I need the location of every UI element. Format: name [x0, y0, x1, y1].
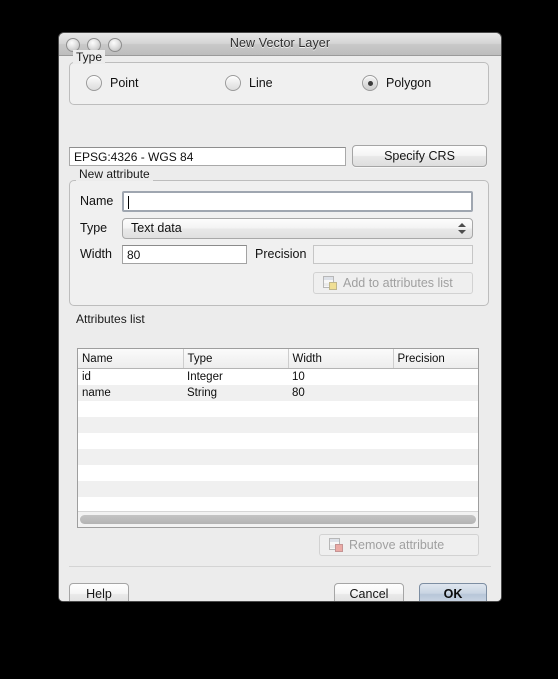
table-cell-name: name: [82, 387, 111, 399]
width-input[interactable]: 80: [122, 245, 247, 264]
table-row[interactable]: [78, 465, 478, 481]
table-cell-precision: [393, 401, 478, 417]
add-attribute-icon: [323, 276, 337, 290]
table-header-row: Name Type Width Precision: [78, 349, 478, 369]
table-row[interactable]: [78, 417, 478, 433]
table-cell-type: [183, 417, 288, 433]
table-row[interactable]: [78, 401, 478, 417]
table-cell-type: [183, 449, 288, 465]
help-button[interactable]: Help: [69, 583, 129, 601]
table-row[interactable]: [78, 481, 478, 497]
ok-button[interactable]: OK: [419, 583, 487, 601]
window-title: New Vector Layer: [229, 36, 331, 50]
table-cell-name: [78, 417, 183, 433]
table-cell-precision: [393, 417, 478, 433]
radio-line-label: Line: [249, 76, 273, 90]
table-cell-width: [288, 433, 393, 449]
table-cell-width: [288, 417, 393, 433]
table-row[interactable]: [78, 449, 478, 465]
radio-line[interactable]: Line: [225, 75, 273, 91]
table-cell-name: [78, 449, 183, 465]
add-to-attributes-list-label: Add to attributes list: [343, 276, 453, 290]
horizontal-scrollbar[interactable]: [78, 511, 478, 527]
table-cell-type: [183, 433, 288, 449]
new-attribute-group-box: Name Type Text data Width 80 Precision A…: [69, 180, 489, 306]
precision-label: Precision: [255, 247, 307, 261]
specify-crs-button[interactable]: Specify CRS: [352, 145, 487, 167]
table-row[interactable]: [78, 433, 478, 449]
column-header-width[interactable]: Width: [288, 349, 394, 369]
footer-divider: [69, 566, 491, 567]
table-cell-precision: [393, 385, 478, 401]
width-label: Width: [80, 247, 112, 261]
name-label: Name: [80, 194, 114, 208]
column-header-type[interactable]: Type: [183, 349, 289, 369]
add-to-attributes-list-button[interactable]: Add to attributes list: [313, 272, 473, 294]
table-cell-type: Integer: [187, 371, 223, 383]
type-combobox-value: Text data: [131, 221, 182, 235]
new-attribute-group-label: New attribute: [76, 167, 153, 181]
table-cell-precision: [393, 433, 478, 449]
table-cell-type: [183, 481, 288, 497]
table-cell-name: [78, 401, 183, 417]
remove-attribute-icon: [329, 538, 343, 552]
attributes-list-box[interactable]: Name Type Width Precision id Integer 10 nam…: [77, 348, 479, 528]
radio-polygon-label: Polygon: [386, 76, 432, 90]
type-combobox[interactable]: Text data: [122, 218, 473, 239]
name-input[interactable]: [122, 191, 473, 212]
table-cell-width: 10: [292, 371, 305, 383]
type-label: Type: [80, 221, 108, 235]
new-vector-layer-dialog: New Vector Layer Type Point Line Polygon…: [58, 32, 502, 602]
table-cell-precision: [393, 449, 478, 465]
attributes-table-body: id Integer 10 name String 80: [78, 368, 478, 527]
title-bar[interactable]: New Vector Layer: [59, 33, 501, 56]
type-group-box: Point Line Polygon: [69, 62, 489, 105]
attributes-list-label: Attributes list: [76, 312, 145, 326]
table-cell-precision: [393, 369, 478, 386]
cancel-button[interactable]: Cancel: [334, 583, 404, 601]
table-cell-width: [288, 449, 393, 465]
table-cell-type: [183, 401, 288, 417]
table-cell-precision: [393, 465, 478, 481]
type-group-label: Type: [73, 50, 106, 64]
table-cell-width: [288, 401, 393, 417]
radio-point-indicator: [86, 75, 102, 91]
table-cell-width: [288, 465, 393, 481]
radio-polygon[interactable]: Polygon: [362, 75, 431, 91]
column-header-name[interactable]: Name: [78, 349, 184, 369]
table-cell-precision: [393, 481, 478, 497]
table-cell-name: [78, 481, 183, 497]
precision-input[interactable]: [313, 245, 473, 264]
remove-attribute-label: Remove attribute: [349, 538, 445, 552]
radio-point[interactable]: Point: [86, 75, 139, 91]
radio-polygon-indicator: [362, 75, 378, 91]
table-cell-type: String: [187, 387, 218, 399]
table-cell-width: 80: [292, 387, 305, 399]
table-cell-type: [183, 465, 288, 481]
table-row[interactable]: name String 80: [78, 385, 478, 401]
crs-field[interactable]: EPSG:4326 - WGS 84: [69, 147, 346, 166]
table-row[interactable]: id Integer 10: [78, 368, 478, 386]
radio-line-indicator: [225, 75, 241, 91]
column-header-precision[interactable]: Precision: [393, 349, 478, 369]
chevron-updown-icon[interactable]: [454, 220, 469, 237]
table-cell-width: [288, 481, 393, 497]
table-cell-name: id: [82, 371, 91, 383]
text-caret: [128, 196, 129, 209]
radio-point-label: Point: [110, 76, 139, 90]
remove-attribute-button[interactable]: Remove attribute: [319, 534, 479, 556]
scrollbar-thumb[interactable]: [80, 515, 476, 524]
table-cell-name: [78, 465, 183, 481]
table-cell-name: [78, 433, 183, 449]
attributes-table: Name Type Width Precision id Integer 10 nam…: [78, 349, 478, 527]
dialog-body: Type Point Line Polygon EPSG:4326 - WGS …: [59, 50, 501, 601]
